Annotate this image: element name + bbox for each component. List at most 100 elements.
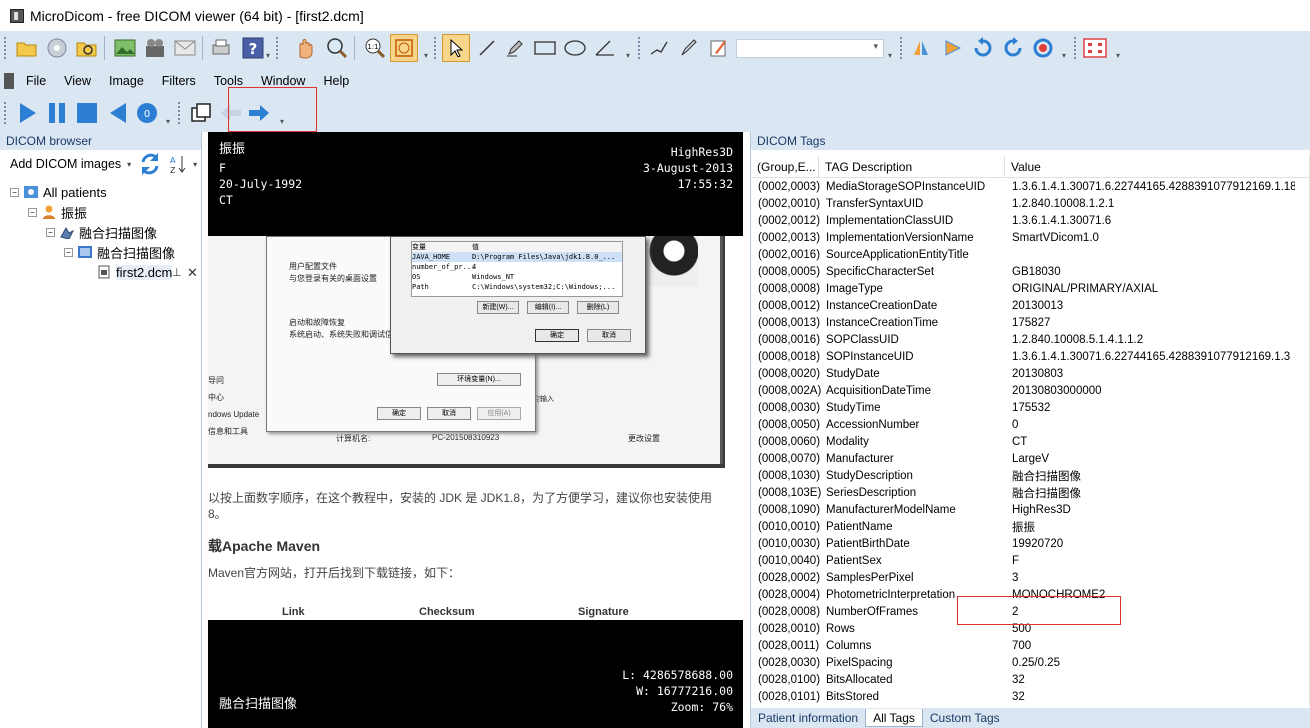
image-viewer[interactable]: 振振 F 20-July-1992 CT HighRes3D 3-August-… (208, 132, 743, 728)
col-tag-description[interactable]: TAG Description (819, 155, 1005, 178)
collapse-icon[interactable]: − (10, 187, 19, 197)
add-dicom-button[interactable]: Add DICOM images (10, 157, 121, 171)
overlay-study-time: 17:55:32 (677, 177, 733, 191)
previous-frame-icon[interactable] (104, 100, 130, 126)
table-row[interactable]: (0028,0101) BitsStored 32 (751, 688, 1310, 705)
annotation-text-icon[interactable] (706, 35, 732, 61)
annotation-combo[interactable]: ▾ (736, 39, 884, 58)
table-row[interactable]: (0008,0008) ImageType ORIGINAL/PRIMARY/AXI… (751, 280, 1310, 297)
table-row[interactable]: (0008,0018) SOPInstanceUID 1.3.6.1.4.1.300… (751, 348, 1310, 365)
menu-image[interactable]: Image (109, 74, 144, 88)
tag-group-element: (0008,0016) (758, 333, 821, 346)
menu-window[interactable]: Window (261, 74, 305, 88)
menu-file[interactable]: File (26, 74, 46, 88)
sort-icon[interactable]: AZ (169, 154, 187, 174)
table-row[interactable]: (0008,002A) AcquisitionDateTime 2013080300… (751, 382, 1310, 399)
table-row[interactable]: (0028,0002) SamplesPerPixel 3 (751, 569, 1310, 586)
refresh-icon[interactable] (137, 152, 163, 176)
table-row[interactable]: (0008,0012) InstanceCreationDate 20130013 (751, 297, 1310, 314)
table-row[interactable]: (0008,0050) AccessionNumber 0 (751, 416, 1310, 433)
layout-grid-icon[interactable] (1082, 35, 1108, 61)
angle-tool-icon[interactable] (592, 35, 618, 61)
tree-item-patient[interactable]: − 振振 (10, 202, 201, 222)
table-row[interactable]: (0002,0016) SourceApplicationEntityTitle (751, 246, 1310, 263)
play-icon[interactable] (14, 100, 40, 126)
table-row[interactable]: (0010,0010) PatientName 振振 (751, 518, 1310, 535)
stop-icon[interactable] (74, 100, 100, 126)
flip-vertical-icon[interactable] (940, 35, 966, 61)
table-row[interactable]: (0008,1090) ManufacturerModelName HighRes3… (751, 501, 1310, 518)
fit-window-icon[interactable] (390, 34, 418, 62)
tab-all-tags[interactable]: All Tags (865, 709, 923, 727)
tag-group-element: (0008,0050) (758, 418, 821, 431)
table-row[interactable]: (0008,0070) Manufacturer LargeV (751, 450, 1310, 467)
frame-counter-icon[interactable]: 0 (134, 100, 160, 126)
table-row[interactable]: (0008,0005) SpecificCharacterSet GB18030 (751, 263, 1310, 280)
table-row[interactable]: (0002,0013) ImplementationVersionName Smar… (751, 229, 1310, 246)
toolbar-grip[interactable] (4, 37, 8, 59)
ellipse-tool-icon[interactable] (562, 35, 588, 61)
table-row[interactable]: (0028,0030) PixelSpacing 0.25/0.25 (751, 654, 1310, 671)
pause-icon[interactable] (44, 100, 70, 126)
table-row[interactable]: (0008,0013) InstanceCreationTime 175827 (751, 314, 1310, 331)
reset-rotation-icon[interactable] (1030, 35, 1056, 61)
scan-folder-icon[interactable] (74, 35, 100, 61)
movie-export-icon[interactable] (142, 35, 168, 61)
open-folder-icon[interactable] (14, 35, 40, 61)
table-row[interactable]: (0002,0012) ImplementationClassUID 1.3.6.1… (751, 212, 1310, 229)
col-value[interactable]: Value (1005, 156, 1310, 178)
collapse-icon[interactable]: − (28, 207, 37, 217)
tab-custom-tags[interactable]: Custom Tags (923, 709, 1007, 727)
col-group-element[interactable]: (Group,E... (751, 155, 819, 178)
rotate-left-icon[interactable] (970, 35, 996, 61)
select-arrow-icon[interactable] (442, 34, 470, 62)
flip-horizontal-icon[interactable] (908, 35, 934, 61)
tag-value: 175532 (1012, 401, 1051, 414)
browser-title: DICOM browser (6, 134, 93, 148)
table-row[interactable]: (0010,0040) PatientSex F (751, 552, 1310, 569)
zoom-icon[interactable] (324, 35, 350, 61)
table-row[interactable]: (0010,0030) PatientBirthDate 19920720 (751, 535, 1310, 552)
cd-icon[interactable] (44, 35, 70, 61)
table-row[interactable]: (0008,0030) StudyTime 175532 (751, 399, 1310, 416)
table-row[interactable]: (0008,1030) StudyDescription 融合扫描图像 (751, 467, 1310, 484)
rectangle-tool-icon[interactable] (532, 35, 558, 61)
pin-icon[interactable]: ⊥ (172, 266, 182, 279)
table-row[interactable]: (0008,0060) Modality CT (751, 433, 1310, 450)
table-row[interactable]: (0002,0010) TransferSyntaxUID 1.2.840.1000… (751, 195, 1310, 212)
pan-hand-icon[interactable] (292, 35, 318, 61)
actual-size-icon[interactable]: 1:1 (362, 35, 388, 61)
table-row[interactable]: (0028,0100) BitsAllocated 32 (751, 671, 1310, 688)
menu-tools[interactable]: Tools (214, 74, 243, 88)
help-icon[interactable]: ? (240, 35, 266, 61)
close-icon[interactable]: ✕ (187, 265, 198, 281)
menu-view[interactable]: View (64, 74, 91, 88)
tree-item-all-patients[interactable]: − All patients (10, 182, 201, 202)
tree-item-study[interactable]: − 融合扫描图像 (10, 222, 201, 242)
pencil-tool-icon[interactable] (502, 35, 528, 61)
menu-help[interactable]: Help (323, 74, 349, 88)
polyline-tool-icon[interactable] (646, 35, 672, 61)
line-tool-icon[interactable] (474, 35, 500, 61)
image-export-icon[interactable] (112, 35, 138, 61)
freehand-tool-icon[interactable] (676, 35, 702, 61)
rotate-right-icon[interactable] (1000, 35, 1026, 61)
table-row[interactable]: (0008,0020) StudyDate 20130803 (751, 365, 1310, 382)
sort-dropdown-icon[interactable]: ▾ (193, 160, 197, 169)
add-dropdown-icon[interactable]: ▾ (127, 160, 131, 169)
tag-value: 0 (1012, 418, 1019, 431)
email-icon[interactable] (172, 35, 198, 61)
table-row[interactable]: (0008,103E) SeriesDescription 融合扫描图像 (751, 484, 1310, 501)
table-row[interactable]: (0028,0011) Columns 700 (751, 637, 1310, 654)
collapse-icon[interactable]: − (46, 227, 55, 237)
table-row[interactable]: (0008,0016) SOPClassUID 1.2.840.10008.5.1.… (751, 331, 1310, 348)
tree-item-series[interactable]: − 融合扫描图像 (10, 242, 201, 262)
tab-patient-information[interactable]: Patient information (751, 709, 865, 727)
series-sync-icon[interactable] (188, 100, 214, 126)
table-row[interactable]: (0002,0003) MediaStorageSOPInstanceUID 1.3… (751, 178, 1310, 195)
collapse-icon[interactable]: − (64, 247, 73, 257)
tag-description: SOPInstanceUID (826, 350, 914, 363)
highlight-box-frames (957, 596, 1121, 625)
print-icon[interactable] (208, 35, 234, 61)
menu-filters[interactable]: Filters (162, 74, 196, 88)
